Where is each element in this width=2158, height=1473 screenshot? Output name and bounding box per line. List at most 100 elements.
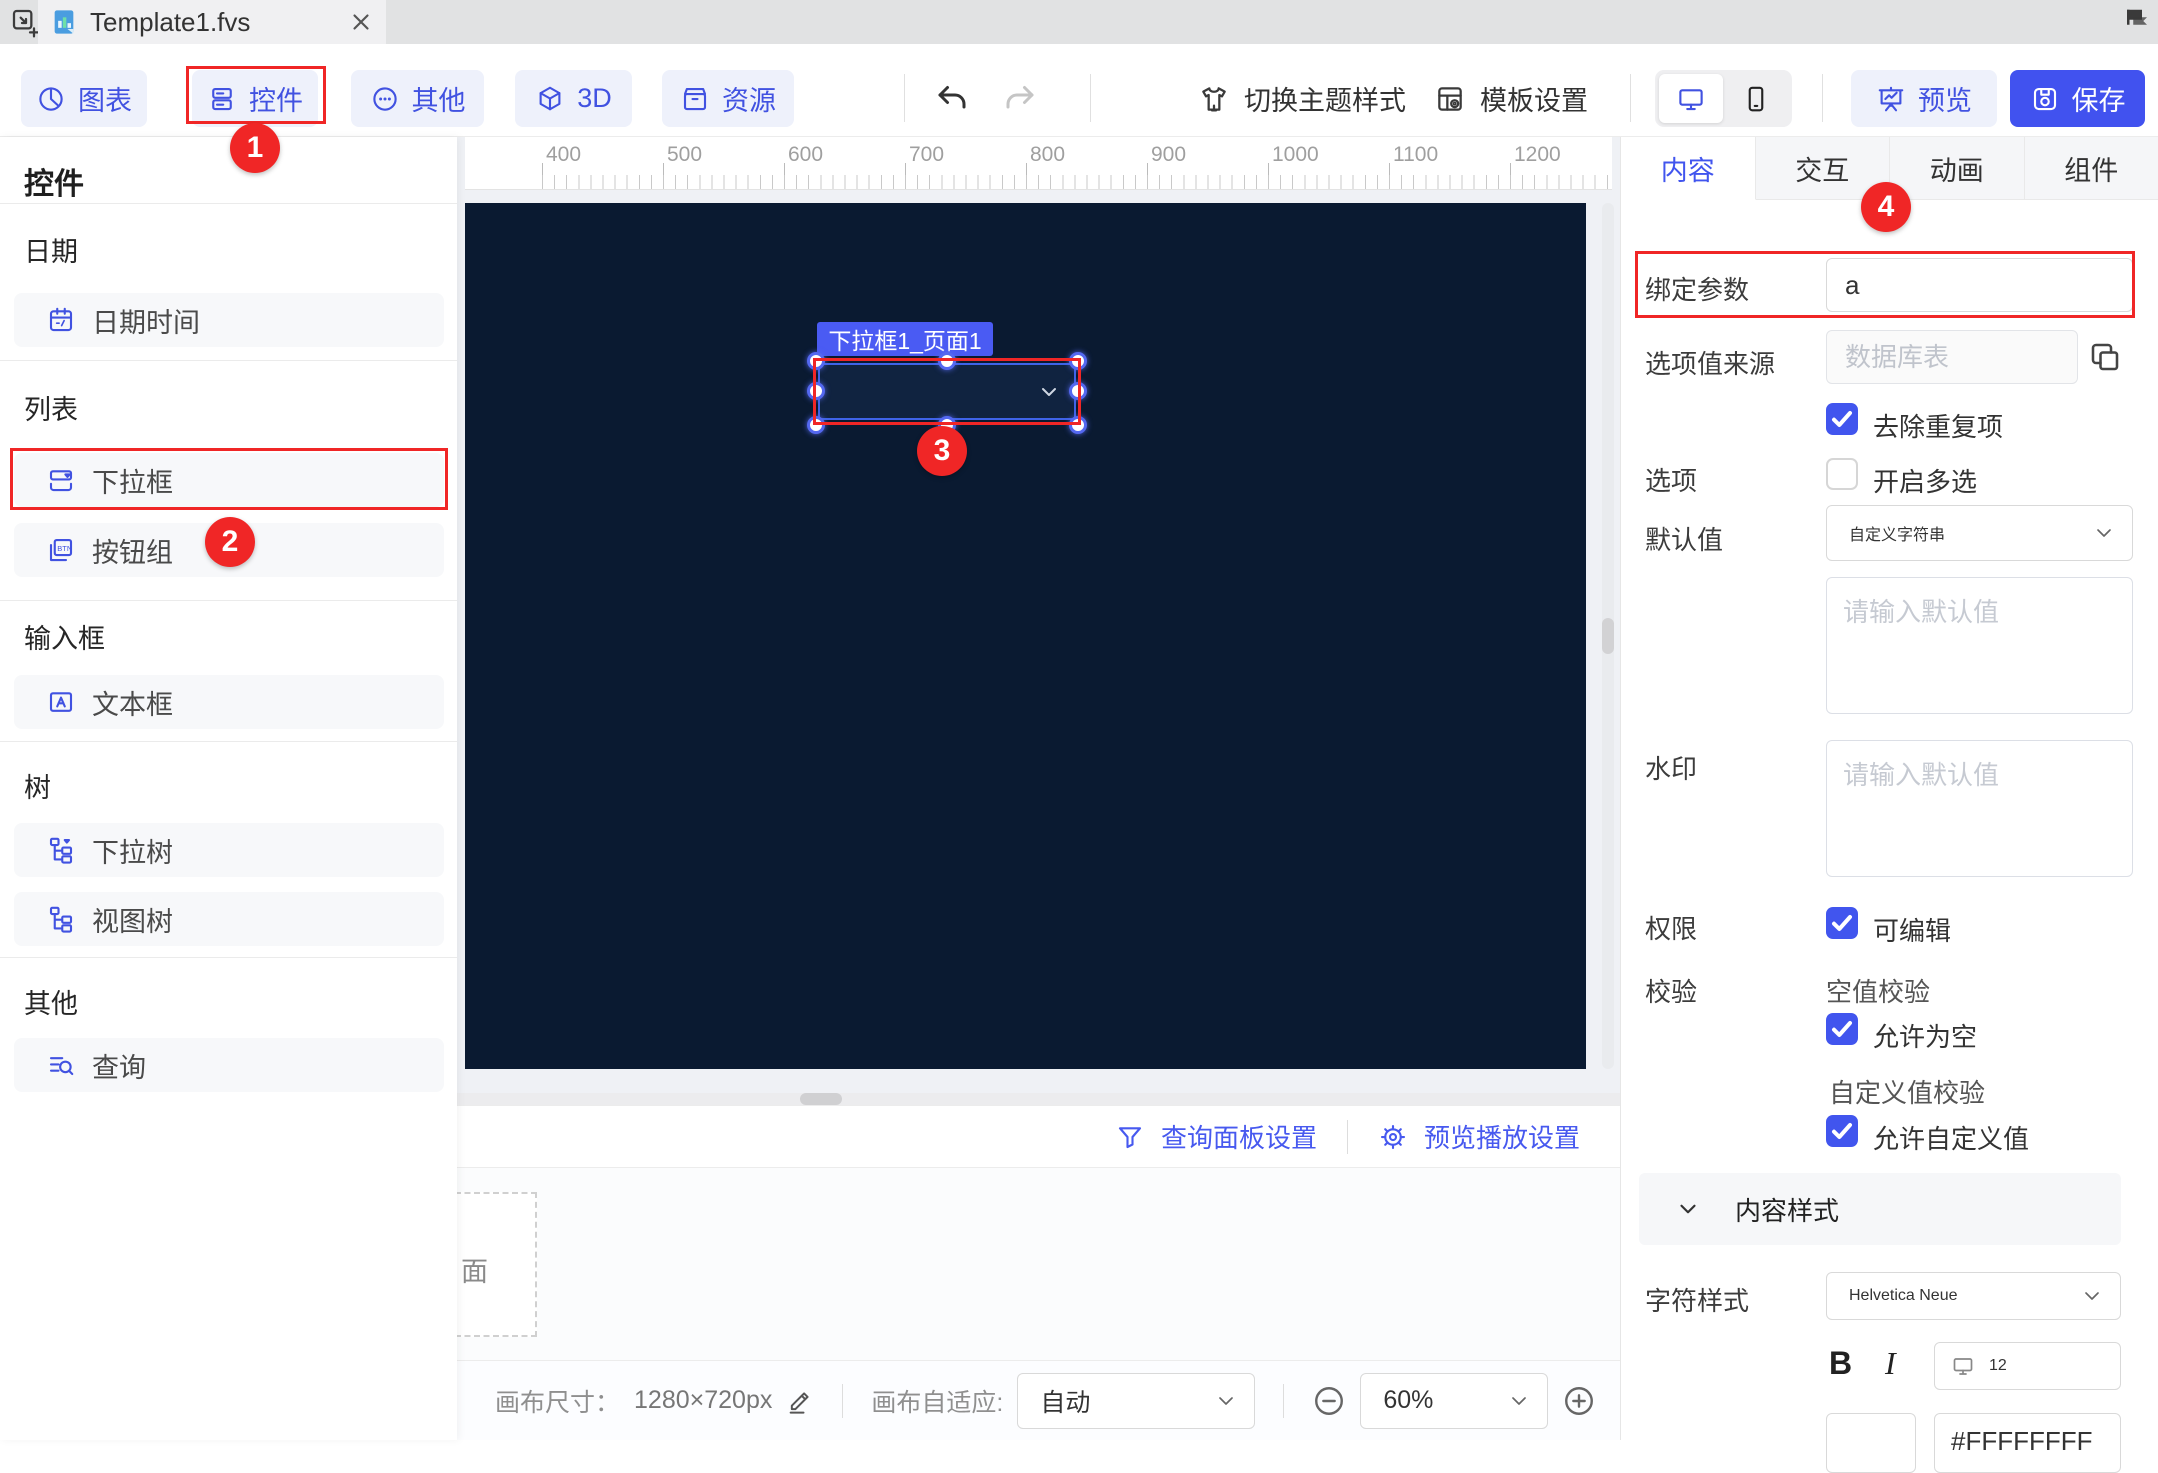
- chevron-down-icon: [1675, 1196, 1701, 1222]
- query-panel-settings-link[interactable]: 查询面板设置: [1161, 1118, 1317, 1155]
- sidebar-item-dropdown-tree[interactable]: 下拉树: [14, 823, 444, 877]
- zoom-in-icon[interactable]: [1562, 1384, 1596, 1418]
- font-size-field[interactable]: 12: [1934, 1342, 2121, 1390]
- italic-button[interactable]: I: [1885, 1345, 1896, 1382]
- sidebar-item-datetime[interactable]: 日期时间: [14, 293, 444, 347]
- zoom-level-select[interactable]: 60%: [1360, 1373, 1548, 1429]
- canvas-size-value: 1280×720px: [634, 1386, 772, 1415]
- canvas-fit-select[interactable]: 自动: [1017, 1373, 1255, 1429]
- divider: [0, 203, 457, 204]
- watermark-textarea[interactable]: [1826, 740, 2133, 877]
- zoom-level-value: 60%: [1383, 1386, 1433, 1415]
- template-settings-icon: [1434, 83, 1466, 115]
- toolbar-separator: [904, 74, 905, 122]
- sidebar-item-query[interactable]: 查询: [14, 1038, 444, 1092]
- zoom-out-icon[interactable]: [1312, 1384, 1346, 1418]
- preview-button[interactable]: 预览: [1851, 70, 1997, 127]
- toolbar-3d-button[interactable]: 3D: [515, 70, 632, 127]
- theme-switch-label: 切换主题样式: [1244, 79, 1406, 118]
- default-type-select[interactable]: 自定义字符串: [1826, 505, 2133, 561]
- query-icon: [46, 1050, 76, 1080]
- toolbar-separator: [1090, 74, 1091, 122]
- ruler-label: 700: [909, 143, 944, 167]
- toolbar-button-label: 图表: [78, 79, 132, 118]
- page-thumbnails-row: 面: [457, 1168, 1620, 1360]
- section-label-input: 输入框: [24, 617, 105, 656]
- multi-select-checkbox[interactable]: [1826, 458, 1858, 490]
- window-tab-bar: Template1.fvs: [0, 0, 2158, 44]
- option-source-input[interactable]: [1826, 330, 2078, 384]
- font-family-select[interactable]: Helvetica Neue: [1826, 1272, 2121, 1320]
- custom-check-title: 自定义值校验: [1829, 1073, 1985, 1110]
- page-thumbnail-label: 面: [461, 1250, 488, 1289]
- ruler-label: 900: [1151, 143, 1186, 167]
- font-color-value: #FFFFFFFF: [1951, 1426, 2093, 1457]
- redo-icon[interactable]: [1002, 80, 1038, 116]
- vertical-scrollbar[interactable]: [1602, 618, 1614, 654]
- horizontal-ruler: 400 500 600 700 800 900 1000 1100 1200: [465, 137, 1612, 190]
- phone-icon: [1741, 84, 1771, 114]
- save-button[interactable]: 保存: [2010, 70, 2145, 127]
- template-settings-button[interactable]: 模板设置: [1434, 70, 1588, 127]
- permission-label: 权限: [1645, 909, 1697, 946]
- dedupe-checkbox[interactable]: [1826, 403, 1858, 435]
- annotation-box-step2: [10, 448, 448, 510]
- funnel-icon: [1115, 1122, 1145, 1152]
- pie-chart-icon: [36, 84, 66, 114]
- divider: [0, 600, 457, 601]
- tab-animation[interactable]: 动画: [1890, 137, 2025, 199]
- page-thumbnail[interactable]: 面: [455, 1192, 537, 1337]
- textbox-icon: [46, 687, 76, 717]
- font-color-field[interactable]: #FFFFFFFF: [1934, 1413, 2121, 1473]
- section-label-other: 其他: [24, 982, 78, 1021]
- save-label: 保存: [2072, 79, 2126, 118]
- toolbar-charts-button[interactable]: 图表: [21, 70, 147, 127]
- preview-play-settings-link[interactable]: 预览播放设置: [1424, 1118, 1580, 1155]
- desktop-mode-button[interactable]: [1659, 74, 1723, 123]
- tab-content[interactable]: 内容: [1621, 137, 1756, 200]
- sidebar-item-view-tree[interactable]: 视图树: [14, 892, 444, 946]
- ruler-label: 1200: [1514, 143, 1561, 167]
- divider: [1347, 1120, 1348, 1154]
- font-color-swatch[interactable]: [1826, 1413, 1916, 1473]
- default-value-textarea[interactable]: [1826, 577, 2133, 714]
- divider: [0, 741, 457, 742]
- shirt-icon: [1198, 83, 1230, 115]
- toolbar-resources-button[interactable]: 资源: [662, 70, 794, 127]
- char-style-label: 字符样式: [1645, 1281, 1749, 1318]
- inspector-panel: 内容 交互 动画 组件 4 绑定参数 选项值来源 去除重复项 选项 开启多选 默…: [1620, 137, 2158, 1440]
- divider: [842, 1384, 843, 1418]
- widget-panel: 控件 日期 日期时间 列表 下拉框 2 BTN 按钮组 输入框 文本框 树 下拉…: [0, 137, 457, 1440]
- copy-icon[interactable]: [2087, 339, 2123, 375]
- content-style-header[interactable]: 内容样式: [1639, 1173, 2121, 1245]
- flag-icon[interactable]: [2122, 6, 2152, 36]
- edit-pencil-icon[interactable]: [786, 1387, 814, 1415]
- dropdown-tree-icon: [46, 835, 76, 865]
- bold-button[interactable]: B: [1829, 1345, 1852, 1382]
- sidebar-item-label: 按钮组: [92, 531, 173, 570]
- sidebar-item-label: 视图树: [92, 900, 173, 939]
- undo-icon[interactable]: [934, 80, 970, 116]
- horizontal-scrollbar[interactable]: [800, 1093, 842, 1105]
- design-canvas[interactable]: [465, 203, 1586, 1069]
- divider: [1283, 1384, 1284, 1418]
- mobile-mode-button[interactable]: [1725, 74, 1789, 123]
- allow-custom-checkbox[interactable]: [1826, 1115, 1858, 1147]
- svg-text:BTN: BTN: [57, 544, 72, 553]
- theme-switch-button[interactable]: 切换主题样式: [1198, 70, 1406, 127]
- allow-empty-checkbox[interactable]: [1826, 1013, 1858, 1045]
- editable-checkbox[interactable]: [1826, 907, 1858, 939]
- button-group-icon: BTN: [46, 535, 76, 565]
- divider: [0, 957, 457, 958]
- options-label: 选项: [1645, 461, 1697, 498]
- file-icon: [50, 8, 78, 36]
- close-icon[interactable]: [348, 9, 374, 35]
- sidebar-item-label: 查询: [92, 1046, 146, 1085]
- tab-component[interactable]: 组件: [2025, 137, 2158, 199]
- dedupe-label: 去除重复项: [1873, 407, 2003, 444]
- default-value-label: 默认值: [1645, 520, 1723, 557]
- sidebar-item-textbox[interactable]: 文本框: [14, 675, 444, 729]
- default-type-value: 自定义字符串: [1849, 521, 1945, 545]
- document-tab[interactable]: Template1.fvs: [38, 0, 386, 44]
- toolbar-other-button[interactable]: 其他: [351, 70, 484, 127]
